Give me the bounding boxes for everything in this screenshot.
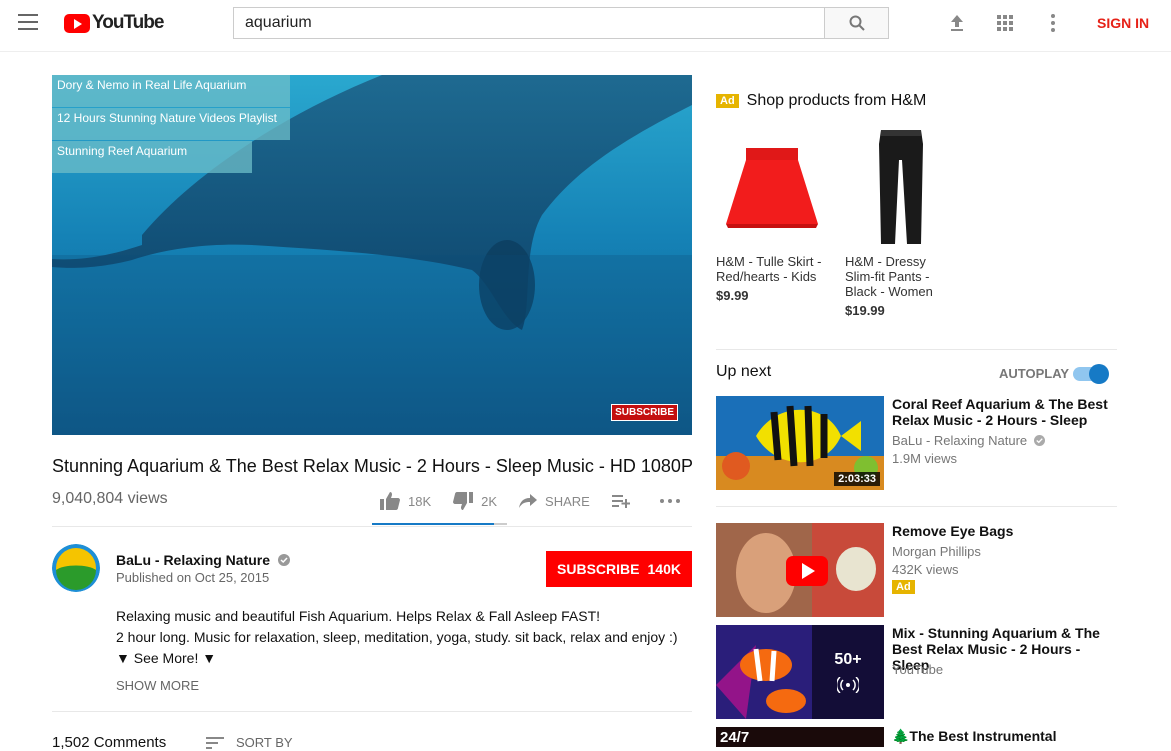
verified-icon [277,554,290,566]
channel-name[interactable]: BaLu - Relaxing Nature [116,552,270,568]
video-description: Relaxing music and beautiful Fish Aquari… [116,606,686,669]
ad-badge: Ad [716,94,739,108]
logo-text: YouTube [92,12,164,33]
share-label: SHARE [545,493,590,509]
channel-avatar[interactable] [52,544,100,592]
end-card[interactable]: 12 Hours Stunning Nature Videos Playlist [52,108,290,140]
video-thumbnail[interactable]: 50+ [716,625,884,719]
apps-grid-icon[interactable] [995,13,1015,33]
recommendation-item[interactable]: 50+ Mix - Stunning Aquarium & The Best R… [716,625,1116,719]
recommendation-title[interactable]: Coral Reef Aquarium & The Best Relax Mus… [892,396,1112,428]
playlist-overlay: 50+ [812,625,884,719]
search-button[interactable] [824,7,889,39]
more-horizontal-icon [659,499,680,503]
video-thumbnail[interactable] [716,523,884,617]
toggle-knob [1089,364,1109,384]
video-title: Stunning Aquarium & The Best Relax Music… [52,456,693,476]
ad-badge: Ad [892,580,915,594]
add-to-playlist-button[interactable] [611,494,638,508]
recommendation-views: 1.9M views [892,451,958,466]
search-input[interactable]: aquarium [233,7,825,39]
red-skirt-image [726,148,818,228]
like-ratio-fill [372,523,494,525]
playlist-count: 50+ [834,651,862,668]
end-card[interactable]: Stunning Reef Aquarium [52,141,252,173]
divider [716,506,1117,507]
share-icon [519,494,538,508]
youtube-play-icon [64,13,90,33]
product-card[interactable]: H&M - Dressy Slim-fit Pants - Black - Wo… [845,128,957,318]
more-actions-button[interactable] [659,499,688,503]
recommendation-views: 432K views [892,562,959,577]
dislike-button[interactable]: 2K [453,492,497,510]
sort-by-label: SORT BY [236,735,293,750]
channel-name-row[interactable]: BaLu - Relaxing Nature [116,552,290,568]
subscribe-button[interactable]: SUBSCRIBE 140K [546,551,692,587]
publish-date: Published on Oct 25, 2015 [116,570,270,585]
video-player[interactable]: Dory & Nemo in Real Life Aquarium 12 Hou… [52,75,692,435]
divider [52,526,692,527]
description-line: 2 hour long. Music for relaxation, sleep… [116,629,678,645]
ad-heading: Shop products from H&M [746,92,927,109]
view-count: 9,040,804 views [52,490,168,507]
product-card[interactable]: H&M - Tulle Skirt - Red/hearts - Kids $9… [716,128,828,303]
recommendation-item[interactable]: Remove Eye Bags Morgan Phillips 432K vie… [716,523,1116,617]
recommendation-title[interactable]: 🌲The Best Instrumental [892,728,1112,744]
sort-by-button[interactable]: SORT BY [206,735,293,750]
video-thumbnail[interactable]: 24/7 [716,727,884,747]
more-vertical-icon[interactable] [1043,13,1063,33]
like-ratio-bar [372,523,507,525]
video-actions: 18K 2K SHARE [380,492,710,510]
top-bar: YouTube aquarium SIGN IN [0,0,1171,52]
sign-in-button[interactable]: SIGN IN [1097,15,1149,31]
recommendation-channel: Morgan Phillips [892,544,981,559]
recommendation-item[interactable]: 24/7 🌲The Best Instrumental [716,727,1116,747]
search-icon [849,15,865,31]
product-image[interactable] [845,128,957,248]
product-name[interactable]: H&M - Tulle Skirt - Red/hearts - Kids [716,254,828,284]
video-thumbnail[interactable]: 2:03:33 [716,396,884,490]
description-line: Relaxing music and beautiful Fish Aquari… [116,608,601,624]
product-image[interactable] [716,128,828,248]
product-name[interactable]: H&M - Dressy Slim-fit Pants - Black - Wo… [845,254,957,299]
black-pants-image [879,130,923,244]
video-duration: 2:03:33 [834,472,880,486]
recommendation-item[interactable]: 2:03:33 Coral Reef Aquarium & The Best R… [716,396,1116,496]
share-button[interactable]: SHARE [519,494,590,509]
channel-row: BaLu - Relaxing Nature [892,433,1045,448]
comments-count: 1,502 Comments [52,734,167,751]
subscriber-count: 140K [647,561,681,577]
up-next-title: Up next [716,363,772,380]
description-line: ▼ See More! ▼ [116,650,217,666]
upload-icon[interactable] [947,13,967,33]
menu-icon[interactable] [18,14,38,30]
show-more-button[interactable]: SHOW MORE [116,678,199,693]
product-price: $19.99 [845,303,885,318]
ad-header: Ad Shop products from H&M [716,92,926,110]
autoplay-label: AUTOPLAY [999,366,1070,381]
ad-video-thumbnail [716,523,884,617]
divider [716,349,1117,350]
thumbnail-label: 24/7 [720,729,750,746]
dislike-count: 2K [481,493,498,509]
recommendation-channel: BaLu - Relaxing Nature [892,433,1028,448]
playlist-add-icon [611,495,630,508]
divider [52,711,692,712]
end-card[interactable]: Dory & Nemo in Real Life Aquarium [52,75,290,107]
subscribe-watermark[interactable]: SUBSCRIBE [611,404,678,421]
verified-icon [1033,435,1045,446]
subscribe-label: SUBSCRIBE [557,561,640,577]
recommendation-channel: YouTube [892,662,944,677]
like-count: 18K [408,493,432,509]
youtube-logo[interactable]: YouTube [64,12,164,34]
like-button[interactable]: 18K [380,492,431,510]
thumbs-down-icon [453,492,474,510]
mix-broadcast-icon [837,677,859,693]
recommendation-title[interactable]: Remove Eye Bags [892,523,1112,539]
autoplay-toggle[interactable] [1073,363,1109,384]
product-price: $9.99 [716,288,749,303]
thumbs-up-icon [380,492,400,510]
